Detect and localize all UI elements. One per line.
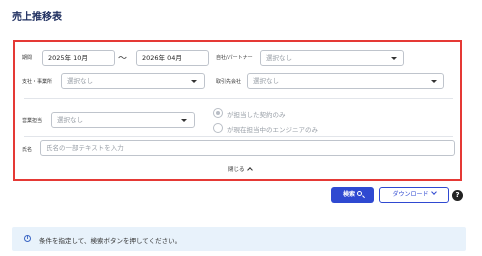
sales-rep-label: 営業担当: [22, 118, 43, 124]
period-separator: 〜: [118, 54, 128, 64]
company-partner-label: 自社/パートナー: [216, 55, 253, 61]
radio-assigned-contracts[interactable]: [213, 108, 223, 118]
name-label: 氏名: [22, 147, 33, 153]
collapse-filters-toggle[interactable]: 閉じる: [228, 165, 253, 173]
info-message-box: i 条件を指定して、検索ボタンを押してください。: [12, 227, 466, 251]
branch-office-label: 支社・事業所: [22, 79, 53, 85]
name-input[interactable]: 氏名の一部テキストを入力: [40, 140, 455, 156]
section-divider: [24, 136, 453, 137]
chevron-down-icon: [430, 189, 437, 195]
section-divider: [24, 98, 453, 99]
search-filter-panel: 期間 2025年 10月 〜 2026年 04月 自社/パートナー 選択なし 支…: [13, 40, 462, 181]
sales-rep-select[interactable]: 選択なし: [51, 112, 195, 128]
radio-current-engineers[interactable]: [213, 123, 223, 133]
help-icon[interactable]: ?: [452, 190, 463, 201]
info-message: 条件を指定して、検索ボタンを押してください。: [39, 237, 182, 245]
company-partner-select[interactable]: 選択なし: [260, 50, 404, 66]
period-to-field[interactable]: 2026年 04月: [136, 50, 209, 66]
collapse-label: 閉じる: [228, 167, 245, 173]
search-button-label: 検索: [342, 191, 355, 198]
search-button[interactable]: 検索: [331, 187, 374, 203]
chevron-down-icon: [191, 80, 197, 83]
period-label: 期間: [22, 55, 33, 61]
download-button-label: ダウンロード: [392, 191, 429, 198]
info-icon: i: [24, 235, 31, 242]
chevron-down-icon: [431, 80, 437, 83]
page-title: 売上推移表: [12, 12, 62, 23]
radio-assigned-contracts-label: が担当した契約のみ: [227, 111, 286, 119]
period-from-field[interactable]: 2025年 10月: [42, 50, 115, 66]
branch-office-select[interactable]: 選択なし: [61, 73, 205, 89]
download-button[interactable]: ダウンロード: [379, 187, 449, 203]
radio-current-engineers-label: が現在担当中のエンジニアのみ: [227, 126, 318, 134]
chevron-up-icon: [246, 167, 253, 173]
client-company-label: 取引先会社: [216, 79, 242, 85]
chevron-down-icon: [391, 57, 397, 60]
chevron-down-icon: [181, 119, 187, 122]
client-company-select[interactable]: 選択なし: [247, 73, 444, 89]
search-icon: [357, 191, 362, 196]
